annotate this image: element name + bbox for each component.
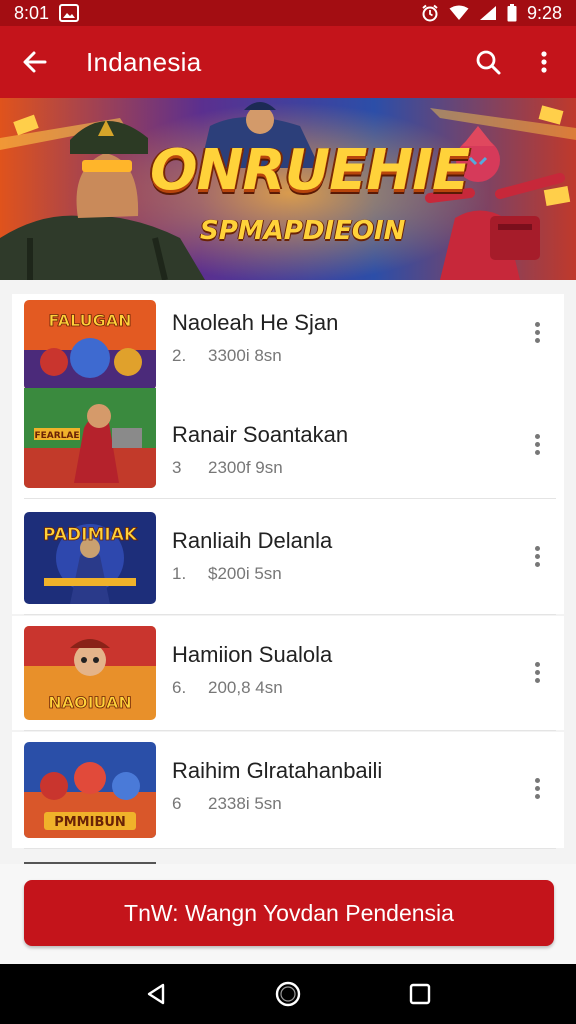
nav-recents-button[interactable] [390,964,450,1024]
alarm-icon [421,4,439,22]
list-item-title: Raihim Glratahanbaili [172,758,383,783]
list-item-more-button[interactable] [522,536,552,576]
list-card: PADIMIAK Ranliaih Delanla 1. $200i 5sn [12,500,564,614]
bottom-action-area: TnW: Wangn Yovdan Pendensia [0,864,576,964]
list-item-title: Ranair Soantakan [172,422,349,447]
back-button[interactable] [0,26,70,98]
gallery-icon [59,4,80,22]
status-time-right: 9:28 [526,2,562,23]
arrow-left-icon [23,51,47,73]
list-item-number: 6 [172,794,182,813]
list-item-title: Ranliaih Delanla [172,528,333,553]
thumbnail-text: FEARLAE [34,431,79,441]
list-item[interactable]: PMMIBUN Raihim Glratahanbaili 6 2338i 5sn [12,732,564,848]
list-item[interactable]: FALUGAN Naoleah He Sjan 2. 3300i 8sn [12,294,564,398]
game-list: FALUGAN Naoleah He Sjan 2. 3300i 8sn FEAR… [0,280,576,864]
game-thumbnail: NAOIUAN [24,626,156,720]
list-card: PMMIBUN Raihim Glratahanbaili 6 2338i 5sn [12,732,564,848]
dot-icon [534,545,540,551]
list-item-number: 2. [172,346,187,365]
list-card: NAOIUAN Hamiion Sualola 6. 200,8 4sn [12,616,564,730]
list-item-more-button[interactable] [522,312,552,352]
battery-icon [507,4,517,22]
list-item-more-button[interactable] [522,424,552,464]
dot-icon [534,449,540,455]
list-item-detail: 3300i 8sn [208,346,282,365]
divider [24,498,556,499]
dot-icon [534,561,540,567]
dot-icon [534,553,540,559]
dot-icon [534,777,540,783]
dot-icon [534,433,540,439]
thumbnail-text: PADIMIAK [43,525,138,545]
wifi-icon [449,5,469,21]
dot-icon [534,785,540,791]
list-item-title: Naoleah He Sjan [172,310,339,335]
list-item-title: Hamiion Sualola [172,642,333,667]
banner-title: ONRUEHIE [150,138,470,203]
list-item-meta: 6. 200,8 4sn [172,678,332,698]
dot-icon [534,793,540,799]
status-left: 8:01 [14,2,80,24]
list-item-text: Ranliaih Delanla 1. $200i 5sn [172,528,332,584]
signal-icon [479,5,497,21]
list-item-number: 3 [172,458,182,477]
game-thumbnail: FALUGAN [24,300,156,390]
search-button[interactable] [460,26,516,98]
page-title: Indanesia [86,46,202,77]
list-item-detail: 2300f 9sn [208,458,283,477]
dot-icon [534,669,540,675]
nav-back-button[interactable] [126,964,186,1024]
nav-recents-icon [409,983,431,1005]
search-icon [476,50,501,75]
list-item-text: Raihim Glratahanbaili 6 2338i 5sn [172,758,382,814]
list-item-meta: 3 2300f 9sn [172,458,348,478]
more-options-button[interactable] [516,26,572,98]
dot-icon [534,677,540,683]
list-item-number: 6. [172,678,187,697]
status-time-left: 8:01 [14,2,50,23]
divider [24,614,556,615]
thumbnail-text: NAOIUAN [48,693,132,712]
list-item-more-button[interactable] [522,652,552,692]
status-right: 9:28 [421,3,562,24]
primary-action-button[interactable]: TnW: Wangn Yovdan Pendensia [24,880,554,946]
list-item-detail: 200,8 4sn [208,678,283,697]
dot-icon [534,321,540,327]
nav-back-icon [147,983,165,1005]
nav-home-icon [275,981,301,1007]
list-item-text: Hamiion Sualola 6. 200,8 4sn [172,642,332,698]
dot-icon [534,337,540,343]
thumbnail-text: FALUGAN [49,311,132,330]
list-item[interactable]: FEARLAE Ranair Soantakan 3 2300f 9sn [12,386,564,498]
dot-icon [534,329,540,335]
app-bar: Indanesia [0,26,576,98]
list-item-text: Naoleah He Sjan 2. 3300i 8sn [172,310,338,366]
game-thumbnail: PMMIBUN [24,742,156,838]
list-item-detail: 2338i 5sn [208,794,282,813]
list-item-meta: 6 2338i 5sn [172,794,382,814]
thumbnail-text: PMMIBUN [54,815,126,830]
list-card: FALUGAN Naoleah He Sjan 2. 3300i 8sn FEAR… [12,294,564,500]
list-item-meta: 1. $200i 5sn [172,564,332,584]
list-item-number: 1. [172,564,187,583]
promo-banner[interactable]: ONRUEHIE SPMAPDIEOIN [0,98,576,280]
game-thumbnail: PADIMIAK [24,512,156,604]
dot-icon [534,441,540,447]
banner-subtitle: SPMAPDIEOIN [200,216,406,246]
status-bar: 8:01 9:28 [0,0,576,26]
system-nav-bar [0,964,576,1024]
divider [24,730,556,731]
list-item-more-button[interactable] [522,768,552,808]
nav-home-button[interactable] [258,964,318,1024]
more-vertical-icon [541,51,547,73]
list-item[interactable]: NAOIUAN Hamiion Sualola 6. 200,8 4sn [12,616,564,730]
list-item-meta: 2. 3300i 8sn [172,346,338,366]
list-item-detail: $200i 5sn [208,564,282,583]
game-thumbnail: FEARLAE [24,388,156,488]
dot-icon [534,661,540,667]
list-item-text: Ranair Soantakan 3 2300f 9sn [172,422,348,478]
divider [24,848,556,849]
list-item[interactable]: PADIMIAK Ranliaih Delanla 1. $200i 5sn [12,500,564,614]
